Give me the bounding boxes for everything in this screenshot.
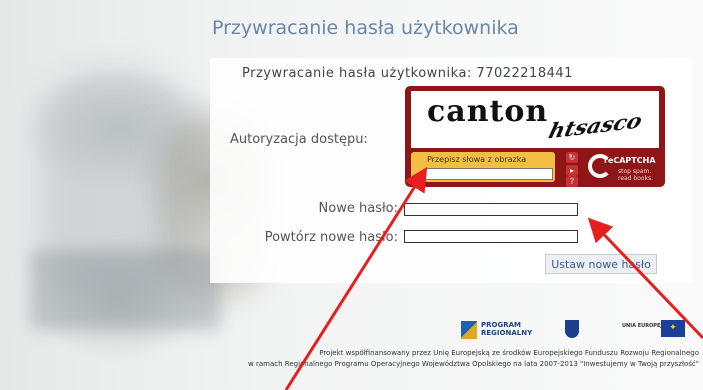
- user-subtitle: Przywracanie hasła użytkownika: 77022218…: [242, 66, 573, 81]
- recaptcha-logo: reCAPTCHA stop spam. read books.: [588, 150, 660, 184]
- captcha-word-2: htsasco: [546, 107, 645, 144]
- auth-label: Autoryzacja dostępu:: [230, 132, 368, 147]
- repeat-password-label: Powtórz nowe hasło:: [264, 230, 398, 245]
- audio-icon[interactable]: ▸: [566, 165, 578, 176]
- program-logo-text: PROGRAM REGIONALNY: [481, 321, 533, 337]
- opolskie-crest-icon: [565, 320, 579, 338]
- eu-flag-icon: ✦: [661, 320, 685, 337]
- footer-line-2: w ramach Regionalnego Programu Operacyjn…: [248, 360, 699, 368]
- background-laptop: [30, 250, 220, 330]
- captcha-widget: canton htsasco Przepisz słowa z obrazka …: [405, 86, 665, 187]
- help-icon[interactable]: ?: [566, 176, 578, 187]
- set-password-button[interactable]: Ustaw nowe hasło: [545, 254, 657, 274]
- captcha-image: canton htsasco: [411, 91, 659, 148]
- new-password-label: Nowe hasło:: [318, 201, 398, 216]
- refresh-icon[interactable]: ↻: [566, 152, 578, 163]
- program-logo-icon: [461, 321, 477, 339]
- repeat-password-field[interactable]: [404, 230, 578, 243]
- logos-bar: PROGRAM REGIONALNY UNIA EUROPEJSKA ✦: [455, 319, 685, 341]
- captcha-input-box: Przepisz słowa z obrazka: [411, 152, 555, 182]
- captcha-input[interactable]: [425, 168, 553, 180]
- page-title: Przywracanie hasła użytkownika: [212, 17, 519, 39]
- captcha-prompt: Przepisz słowa z obrazka: [427, 155, 527, 164]
- footer-line-1: Projekt współfinansowany przez Unię Euro…: [319, 349, 699, 357]
- recaptcha-brand: reCAPTCHA: [604, 156, 656, 165]
- captcha-word-1: canton: [427, 94, 549, 129]
- recaptcha-tagline: stop spam. read books.: [618, 168, 654, 182]
- new-password-field[interactable]: [404, 203, 578, 216]
